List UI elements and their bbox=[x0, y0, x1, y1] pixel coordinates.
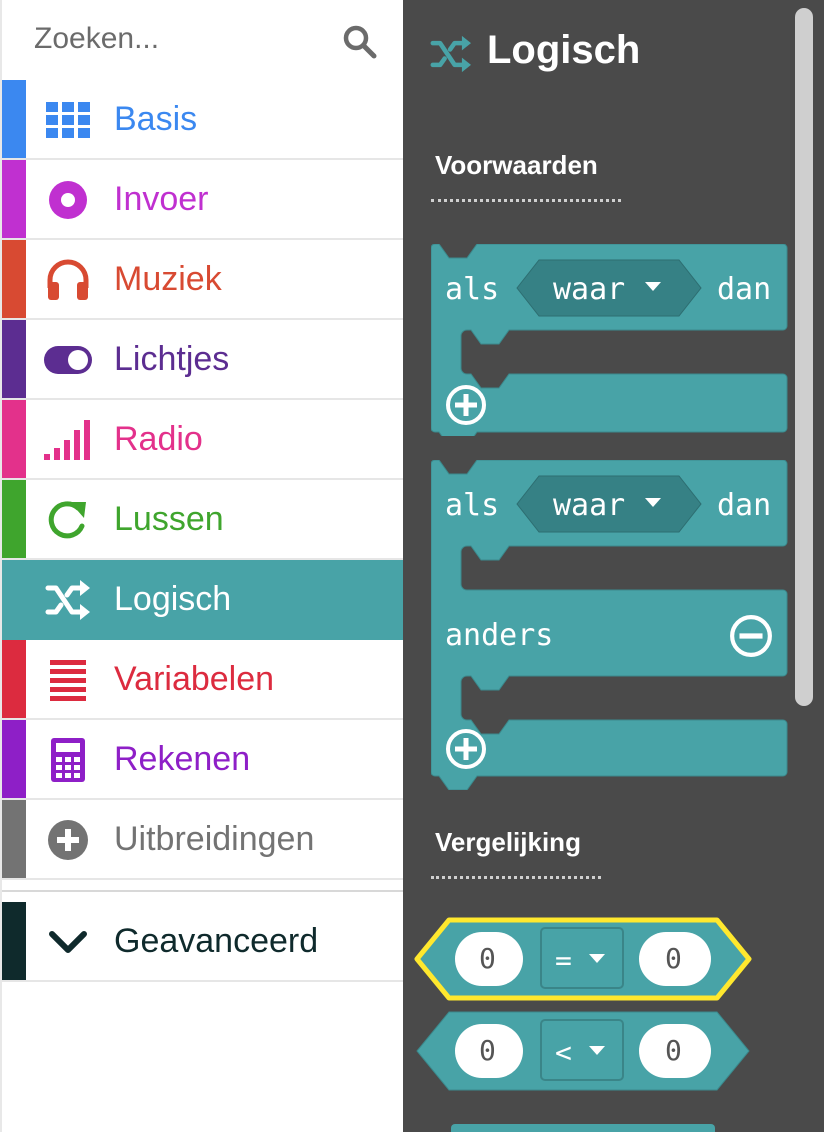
category-label: Uitbreidingen bbox=[114, 820, 315, 858]
category-color-stripe bbox=[2, 400, 26, 478]
operator-dropdown[interactable]: = bbox=[555, 944, 572, 977]
search-icon[interactable] bbox=[342, 24, 378, 60]
category-logisch[interactable]: Logisch bbox=[2, 560, 403, 640]
block-shape bbox=[414, 917, 752, 1001]
search-box[interactable]: Zoeken... bbox=[2, 0, 403, 80]
then-keyword: dan bbox=[717, 488, 772, 523]
headphones-icon bbox=[47, 259, 89, 300]
operator-dropdown[interactable]: < bbox=[555, 1036, 572, 1069]
category-label: Basis bbox=[114, 100, 198, 138]
else-keyword: anders bbox=[445, 618, 554, 653]
category-geavanceerd[interactable]: Geavanceerd bbox=[2, 902, 403, 982]
left-operand[interactable]: 0 bbox=[479, 1034, 496, 1067]
if-then-else-block[interactable]: als waar dan anders bbox=[431, 460, 789, 790]
category-color-stripe bbox=[2, 720, 26, 798]
category-invoer[interactable]: Invoer bbox=[2, 160, 403, 240]
then-keyword: dan bbox=[717, 272, 772, 307]
blocks-flyout: Logisch Voorwaarden als waar dan als waa… bbox=[403, 0, 824, 1132]
next-block-partial[interactable] bbox=[451, 1124, 715, 1132]
shuffle-icon bbox=[430, 35, 471, 73]
category-color-stripe bbox=[2, 800, 26, 878]
if-then-block[interactable]: als waar dan bbox=[431, 244, 789, 436]
section-underline bbox=[431, 876, 601, 879]
add-branch-icon[interactable] bbox=[445, 728, 487, 770]
category-muziek[interactable]: Muziek bbox=[2, 240, 403, 320]
right-operand[interactable]: 0 bbox=[665, 1034, 682, 1067]
toggle-icon bbox=[44, 346, 92, 374]
search-input[interactable]: Zoeken... bbox=[34, 22, 159, 56]
category-label: Invoer bbox=[114, 180, 209, 218]
category-color-stripe bbox=[2, 560, 26, 638]
plus-circle-icon bbox=[48, 820, 88, 860]
condition-dropdown[interactable]: waar bbox=[553, 488, 625, 523]
section-heading-voorwaarden: Voorwaarden bbox=[435, 150, 598, 180]
category-basis[interactable]: Basis bbox=[2, 80, 403, 160]
signal-bars-icon bbox=[44, 420, 90, 460]
category-color-stripe bbox=[2, 240, 26, 318]
target-icon bbox=[49, 181, 87, 219]
add-branch-icon[interactable] bbox=[445, 384, 487, 426]
category-label: Geavanceerd bbox=[114, 922, 319, 960]
calculator-icon bbox=[51, 738, 85, 782]
category-color-stripe bbox=[2, 80, 26, 158]
right-operand[interactable]: 0 bbox=[665, 942, 682, 975]
category-label: Logisch bbox=[114, 580, 232, 618]
category-label: Lichtjes bbox=[114, 340, 230, 378]
grid-icon bbox=[46, 102, 90, 138]
category-sidebar: Zoeken... Basis Invoer Muziek Lichtjes R… bbox=[0, 0, 403, 1132]
category-label: Rekenen bbox=[114, 740, 251, 778]
category-color-stripe bbox=[2, 480, 26, 558]
category-radio[interactable]: Radio bbox=[2, 400, 403, 480]
chevron-down-icon bbox=[49, 931, 87, 953]
list-lines-icon bbox=[50, 660, 86, 701]
category-rekenen[interactable]: Rekenen bbox=[2, 720, 403, 800]
category-color-stripe bbox=[2, 902, 26, 980]
if-keyword: als bbox=[445, 272, 500, 307]
category-color-stripe bbox=[2, 320, 26, 398]
compare-less-block[interactable]: 0 < 0 bbox=[413, 1008, 753, 1094]
remove-branch-icon[interactable] bbox=[729, 614, 773, 658]
block-shape bbox=[416, 1011, 750, 1091]
flyout-title: Logisch bbox=[487, 28, 641, 72]
shuffle-icon bbox=[45, 580, 90, 620]
condition-dropdown[interactable]: waar bbox=[553, 272, 625, 307]
divider bbox=[2, 890, 403, 892]
category-lichtjes[interactable]: Lichtjes bbox=[2, 320, 403, 400]
category-label: Radio bbox=[114, 420, 203, 458]
category-color-stripe bbox=[2, 640, 26, 718]
left-operand[interactable]: 0 bbox=[479, 942, 496, 975]
category-color-stripe bbox=[2, 160, 26, 238]
category-label: Variabelen bbox=[114, 660, 275, 698]
category-uitbreidingen[interactable]: Uitbreidingen bbox=[2, 800, 403, 880]
category-lussen[interactable]: Lussen bbox=[2, 480, 403, 560]
if-keyword: als bbox=[445, 488, 500, 523]
flyout-scrollbar[interactable] bbox=[795, 8, 813, 706]
section-underline bbox=[431, 199, 621, 202]
category-variabelen[interactable]: Variabelen bbox=[2, 640, 403, 720]
category-label: Muziek bbox=[114, 260, 222, 298]
refresh-icon bbox=[48, 501, 86, 539]
section-heading-vergelijking: Vergelijking bbox=[435, 827, 581, 857]
category-label: Lussen bbox=[114, 500, 224, 538]
compare-equal-block[interactable]: 0 = 0 bbox=[413, 916, 753, 1002]
